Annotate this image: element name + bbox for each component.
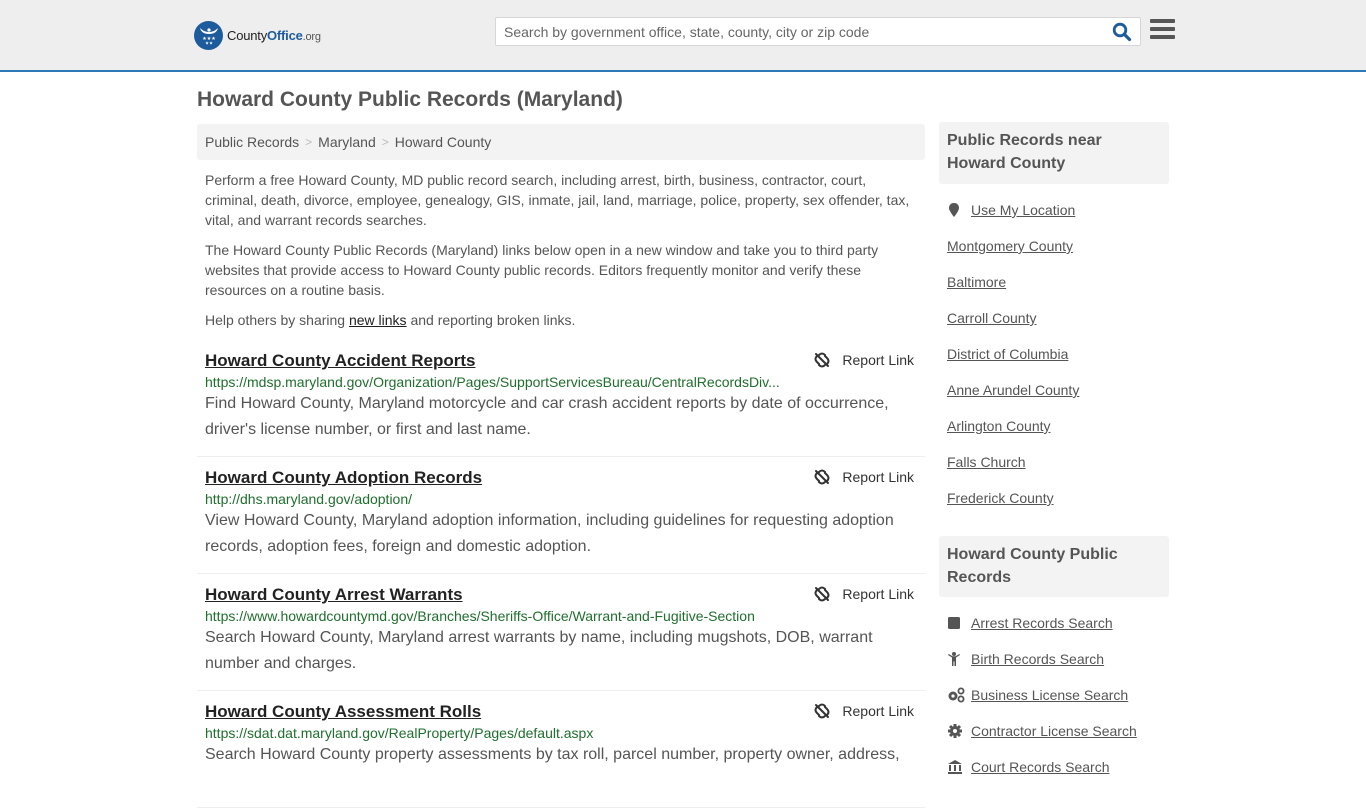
child-icon [947,651,965,667]
nearby-item: Falls Church [947,444,1172,480]
report-link-label: Report Link [842,703,914,719]
breadcrumb-public-records[interactable]: Public Records [205,134,299,150]
report-link-button[interactable]: Report Link [814,469,914,485]
record-item: Howard County Arrest Warrants https://ww… [197,574,925,691]
search-button[interactable] [1112,22,1134,42]
nearby-link-carroll-county[interactable]: Carroll County [947,310,1036,326]
records-list: Howard County Accident Reports https://m… [197,340,925,808]
nearby-item: Montgomery County [947,228,1172,264]
nearby-link-frederick-county[interactable]: Frederick County [947,490,1054,506]
county-records-heading: Howard County Public Records [947,546,1118,586]
record-description: Search Howard County property assessment… [205,746,900,763]
search-icon [1112,22,1132,42]
nearby-link-falls-church[interactable]: Falls Church [947,454,1026,470]
page-title: Howard County Public Records (Maryland) [197,88,623,111]
menu-bar [1150,19,1175,23]
breadcrumb-maryland[interactable]: Maryland [318,134,376,150]
arrest-records-search-link[interactable]: Arrest Records Search [971,615,1113,631]
broken-link-icon [814,586,830,602]
county-records-heading-box: Howard County Public Records [939,536,1169,597]
intro-text: Perform a free Howard County, MD public … [205,170,920,340]
nearby-link-district-of-columbia[interactable]: District of Columbia [947,346,1068,362]
nearby-records-heading: Public Records near Howard County [947,132,1102,172]
nearby-link-baltimore[interactable]: Baltimore [947,274,1006,290]
record-url-link[interactable]: https://mdsp.maryland.gov/Organization/P… [205,374,785,390]
nearby-item: Anne Arundel County [947,372,1172,408]
breadcrumb-howard-county[interactable]: Howard County [395,134,492,150]
site-header: ★★★ ★★ CountyOffice.org [0,0,1366,72]
record-title-link[interactable]: Howard County Assessment Rolls [205,702,481,722]
report-link-button[interactable]: Report Link [814,586,914,602]
record-title-link[interactable]: Howard County Arrest Warrants [205,585,463,605]
court-records-search-link[interactable]: Court Records Search [971,759,1110,775]
nearby-item: Carroll County [947,300,1172,336]
record-title-link[interactable]: Howard County Accident Reports [205,351,475,371]
nearby-records-heading-box: Public Records near Howard County [939,122,1169,184]
county-record-item: Business License Search [947,677,1172,713]
county-record-item: Court Records Search [947,749,1172,785]
contractor-license-search-link[interactable]: Contractor License Search [971,723,1137,739]
county-record-item: Birth Records Search [947,641,1172,677]
menu-bar [1150,27,1175,31]
report-link-button[interactable]: Report Link [814,352,914,368]
birth-records-search-link[interactable]: Birth Records Search [971,651,1104,667]
nearby-link-montgomery-county[interactable]: Montgomery County [947,238,1073,254]
record-url-link[interactable]: http://dhs.maryland.gov/adoption/ [205,491,785,507]
breadcrumb: Public Records > Maryland > Howard Count… [197,124,925,160]
intro-paragraph-3: Help others by sharing new links and rep… [205,310,920,330]
book-icon [947,616,965,630]
nearby-item: Frederick County [947,480,1172,516]
site-logo[interactable]: ★★★ ★★ CountyOffice.org [194,20,321,50]
record-item: Howard County Adoption Records http://dh… [197,457,925,574]
menu-bar [1150,35,1175,39]
report-link-label: Report Link [842,352,914,368]
nearby-item: District of Columbia [947,336,1172,372]
eagle-stars-icon: ★★★ ★★ [194,20,223,50]
broken-link-icon [814,352,830,368]
nearby-item: Baltimore [947,264,1172,300]
search-box [495,17,1141,46]
county-record-item: Contractor License Search [947,713,1172,749]
breadcrumb-separator: > [305,135,313,149]
business-license-search-link[interactable]: Business License Search [971,687,1128,703]
report-link-label: Report Link [842,469,914,485]
county-record-item: Arrest Records Search [947,605,1172,641]
map-pin-icon [947,202,965,218]
breadcrumb-separator: > [381,135,389,149]
record-url-link[interactable]: https://www.howardcountymd.gov/Branches/… [205,608,785,624]
intro-text-after: and reporting broken links. [406,312,576,328]
nearby-records-list: Use My Location Montgomery County Baltim… [947,192,1172,516]
record-item: Howard County Accident Reports https://m… [197,340,925,457]
nearby-item: Arlington County [947,408,1172,444]
record-item: Howard County Assessment Rolls https://s… [197,691,925,808]
record-title-link[interactable]: Howard County Adoption Records [205,468,482,488]
courthouse-icon [947,759,965,775]
use-my-location-link[interactable]: Use My Location [971,202,1075,218]
new-links-link[interactable]: new links [349,312,407,328]
record-description: View Howard County, Maryland adoption in… [205,512,894,555]
logo-text: CountyOffice.org [227,27,321,43]
hamburger-menu-button[interactable] [1150,19,1175,41]
svg-text:★★: ★★ [204,41,212,46]
record-url-link[interactable]: https://sdat.dat.maryland.gov/RealProper… [205,725,785,741]
broken-link-icon [814,469,830,485]
intro-paragraph-1: Perform a free Howard County, MD public … [205,172,910,228]
report-link-label: Report Link [842,586,914,602]
nearby-link-arlington-county[interactable]: Arlington County [947,418,1051,434]
cogs-icon [947,687,965,703]
record-description: Search Howard County, Maryland arrest wa… [205,629,873,672]
broken-link-icon [814,703,830,719]
intro-text-before: Help others by sharing [205,312,349,328]
nearby-link-anne-arundel-county[interactable]: Anne Arundel County [947,382,1079,398]
record-description: Find Howard County, Maryland motorcycle … [205,395,889,438]
use-my-location-item: Use My Location [947,192,1172,228]
gear-icon [947,723,965,739]
report-link-button[interactable]: Report Link [814,703,914,719]
county-records-list: Arrest Records Search Birth Records Sear… [947,605,1172,785]
intro-paragraph-2: The Howard County Public Records (Maryla… [205,242,879,298]
search-input[interactable] [496,18,1106,45]
